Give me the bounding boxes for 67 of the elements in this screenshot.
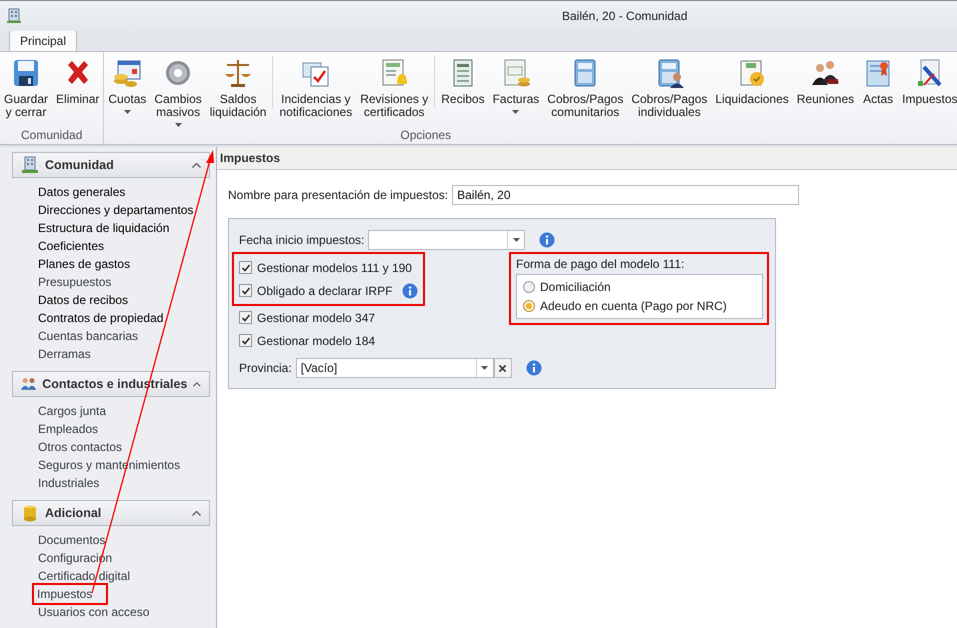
sidebar-link[interactable]: Direcciones y departamentos [38,201,194,219]
ribbon-group-label: Comunidad [20,128,84,144]
checkmark-icon [240,286,250,296]
sidebar-link[interactable]: Planes de gastos [38,255,130,273]
people-icon [21,375,36,393]
section-header[interactable]: Comunidad [12,152,210,178]
clear-button[interactable] [494,358,512,378]
caret-icon [481,366,488,370]
ribbon-button[interactable]: Actas [858,52,898,128]
province-dropdown[interactable]: [Vacío] [296,358,494,378]
name-input[interactable]: Bailén, 20 [452,185,800,205]
ribbon-tab[interactable]: Principal [9,30,78,51]
ribbon-button[interactable]: Cuotas [104,52,150,128]
sidebar-link[interactable]: Empleados [38,420,98,438]
window-title: Bailén, 20 - Comunidad [562,9,688,23]
building-icon [6,8,22,24]
sidebar-link[interactable]: Cargos junta [38,402,106,420]
ribbon-button[interactable]: Eliminar [52,52,104,128]
building-icon [21,156,39,174]
checkbox[interactable]: Gestionar modelo 347 [239,310,376,324]
ribbon-button[interactable]: Incidencias y notificaciones [275,52,356,128]
field-label: Nombre para presentación de impuestos: [228,188,448,202]
caret-icon [512,238,520,242]
sidebar-link[interactable]: Presupuestos [38,273,112,291]
sidebar-link[interactable]: Cuentas bancarias [38,327,138,345]
ribbon-button[interactable]: Cobros/Pagos comunitarios [543,52,628,128]
ribbon-button[interactable]: Cambios masivos [150,52,206,128]
ribbon-button[interactable]: Impuestos [898,52,957,128]
sidebar-link[interactable]: Estructura de liquidación [38,219,170,237]
info-icon[interactable] [526,360,542,376]
checkbox[interactable]: Gestionar modelos 111 y 190 [239,260,412,274]
checkmark-icon [240,312,250,322]
radio-button[interactable]: Domiciliación [523,279,756,295]
cylinder-icon [21,504,39,522]
sidebar-link[interactable]: Certificado digital [38,567,130,585]
field-label: Provincia: [239,361,292,375]
sidebar-link[interactable]: Otros contactos [38,438,122,456]
sidebar-link[interactable]: Industriales [38,474,100,492]
ribbon-button[interactable]: Saldos liquidación [206,52,270,128]
info-icon[interactable] [539,232,556,248]
sidebar-link[interactable]: Impuestos [34,585,106,603]
checkmark-icon [240,262,250,272]
sidebar-link[interactable]: Usuarios con acceso [38,603,150,621]
ribbon-button[interactable]: Liquidaciones [711,52,793,128]
ribbon-button[interactable]: Cobros/Pagos individuales [627,52,712,128]
checkmark-icon [240,336,250,346]
sidebar-link[interactable]: Datos generales [38,183,126,201]
ribbon-button[interactable]: Revisiones y certificados [356,52,432,128]
ribbon-button[interactable]: Guardar y cerrar [0,52,52,128]
ribbon-button[interactable]: Reuniones [792,52,858,128]
ribbon-button[interactable]: Recibos [437,52,489,128]
close-icon [498,364,508,372]
sidebar-link[interactable]: Derramas [38,345,91,363]
panel-title: Impuestos [220,151,280,165]
sidebar-link[interactable]: Coeficientes [38,237,104,255]
sidebar-link[interactable]: Documentos [38,531,106,549]
group-title: Forma de pago del modelo 111: [516,257,686,271]
sidebar-link[interactable]: Datos de recibos [38,291,128,309]
ribbon-group-label: Opciones [399,128,452,144]
section-header[interactable]: Adicional [12,500,210,526]
field-label: Fecha inicio impuestos: [239,233,364,247]
ribbon-button[interactable]: Facturas [488,52,544,128]
radio-button[interactable]: Adeudo en cuenta (Pago por NRC) [523,298,756,314]
info-icon[interactable] [402,282,418,298]
checkbox[interactable]: Obligado a declarar IRPF [239,284,392,298]
checkbox[interactable]: Gestionar modelo 184 [239,334,376,348]
sidebar-link[interactable]: Contratos de propiedad [38,309,164,327]
